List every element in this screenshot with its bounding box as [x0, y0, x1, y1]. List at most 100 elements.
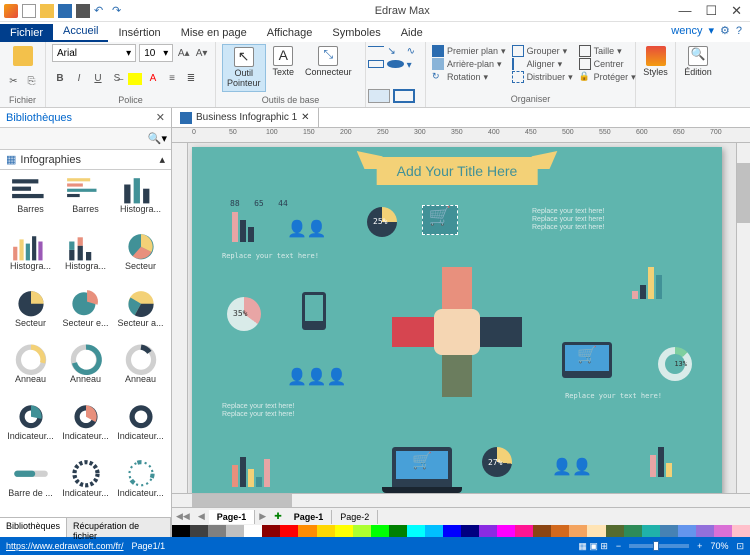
color-palette[interactable]	[172, 525, 750, 537]
tablet-icon[interactable]: 🛒	[562, 342, 612, 378]
shape-item[interactable]: Indicateur...	[114, 401, 167, 456]
copy-icon[interactable]: ⎘	[24, 74, 39, 90]
bold-button[interactable]: B	[52, 71, 68, 87]
page-nav-prev[interactable]: ◀	[194, 511, 209, 522]
people-icon-2[interactable]: 👤👤👤	[287, 367, 347, 387]
page-tab-1b[interactable]: Page-1	[286, 510, 333, 524]
font-size-select[interactable]: 10▾	[139, 44, 173, 62]
bar-chart-bl[interactable]	[232, 457, 270, 487]
user-name[interactable]: wency	[671, 25, 702, 37]
tab-accueil[interactable]: Accueil	[53, 22, 108, 42]
shape-more-icon[interactable]: ▾	[407, 60, 423, 71]
center-button[interactable]: Centrer	[579, 58, 636, 70]
fill-color-button[interactable]	[368, 89, 390, 103]
doc-tab-close-icon[interactable]: ✕	[301, 112, 309, 123]
text-block-bl[interactable]: Replace your text here!Replace your text…	[222, 402, 294, 418]
settings-icon[interactable]: ⚙	[720, 24, 730, 37]
new-icon[interactable]	[22, 4, 36, 18]
hands-graphic[interactable]	[392, 267, 522, 397]
page-tab-2[interactable]: Page-2	[332, 510, 378, 524]
zoom-slider[interactable]	[629, 544, 689, 548]
line-color-button[interactable]	[393, 89, 415, 103]
shape-item[interactable]: Barres	[4, 174, 57, 229]
maximize-button[interactable]: ☐	[705, 3, 717, 19]
view-mode-icon[interactable]: ▦ ▣ ⊞	[578, 541, 608, 552]
bar-chart-br[interactable]	[650, 447, 672, 477]
sidebar-search-input[interactable]	[4, 133, 148, 144]
shape-item[interactable]: Histogra...	[4, 231, 57, 286]
text-block-tr[interactable]: Replace your text here!Replace your text…	[532, 207, 604, 231]
shape-item[interactable]: Histogra...	[59, 231, 112, 286]
align-left-icon[interactable]: ≡	[164, 71, 180, 87]
status-url[interactable]: https://www.edrawsoft.com/fr/	[6, 541, 124, 551]
shape-item[interactable]: Histogra...	[114, 174, 167, 229]
font-color-button[interactable]: A	[145, 71, 161, 87]
distribute-button[interactable]: Distribuer ▾	[512, 71, 573, 83]
shape-item[interactable]: Anneau	[4, 344, 57, 399]
phone-icon[interactable]	[302, 292, 326, 330]
send-back-button[interactable]: Arrière-plan ▾	[432, 58, 506, 70]
shape-line-icon[interactable]	[368, 46, 384, 54]
underline-button[interactable]: U	[90, 71, 106, 87]
help-icon[interactable]: ?	[736, 25, 742, 37]
protect-button[interactable]: 🔒Protéger ▾	[579, 71, 636, 83]
page-nav-first[interactable]: ◀◀	[172, 511, 194, 522]
cut-icon[interactable]: ✂	[6, 74, 21, 90]
align-button[interactable]: Aligner ▾	[512, 58, 573, 70]
bullets-icon[interactable]: ≣	[183, 71, 199, 87]
rotate-button[interactable]: ↻Rotation ▾	[432, 71, 506, 83]
paste-button[interactable]	[6, 44, 39, 68]
shape-item[interactable]: Secteur e...	[59, 288, 112, 343]
bar-chart-tl[interactable]	[232, 212, 254, 242]
shape-item[interactable]: Indicateur...	[114, 458, 167, 513]
shape-curve-icon[interactable]: ∿	[407, 46, 423, 57]
document-tab[interactable]: Business Infographic 1 ✕	[172, 108, 319, 127]
shape-ellipse-icon[interactable]	[387, 60, 403, 68]
size-button[interactable]: Taille ▾	[579, 45, 636, 57]
tab-mise-en-page[interactable]: Mise en page	[171, 24, 257, 42]
shape-item[interactable]: Barres	[59, 174, 112, 229]
tab-affichage[interactable]: Affichage	[257, 24, 323, 42]
title-banner[interactable]: Add Your Title Here	[377, 157, 538, 185]
grow-font-icon[interactable]: A▴	[176, 45, 191, 61]
sidebar-category[interactable]: ▦ Infographies ▴	[0, 150, 171, 170]
scrollbar-h[interactable]	[172, 493, 750, 507]
sidebar-tab-lib[interactable]: Bibliothèques	[0, 518, 67, 537]
bar-chart-r[interactable]	[632, 267, 662, 299]
zoom-out-button[interactable]: −	[616, 541, 621, 551]
redo-icon[interactable]: ↷	[112, 4, 126, 18]
close-button[interactable]: ✕	[731, 3, 742, 19]
minimize-button[interactable]: —	[678, 3, 691, 19]
highlight-button[interactable]	[128, 73, 142, 85]
fit-page-icon[interactable]: ⊡	[736, 541, 744, 552]
save-icon[interactable]	[58, 4, 72, 18]
text-tool[interactable]: ATexte	[269, 44, 299, 80]
sidebar-close-icon[interactable]: ✕	[156, 111, 165, 124]
connector-tool[interactable]: ⤡Connecteur	[301, 44, 356, 80]
search-dropdown-icon[interactable]: ▾	[161, 132, 167, 145]
shape-item[interactable]: Anneau	[59, 344, 112, 399]
shape-item[interactable]: Anneau	[114, 344, 167, 399]
file-menu[interactable]: Fichier	[0, 24, 53, 42]
italic-button[interactable]: I	[71, 71, 87, 87]
page-nav-next[interactable]: ▶	[255, 511, 270, 522]
scrollbar-v[interactable]	[736, 143, 750, 493]
shape-item[interactable]: Secteur	[114, 231, 167, 286]
canvas[interactable]: Add Your Title Here 88 65 44 👤👤 Replace …	[192, 147, 722, 493]
page-add[interactable]: ✚	[270, 511, 286, 522]
strike-button[interactable]: S̶	[109, 71, 125, 87]
shape-item[interactable]: Indicateur...	[59, 401, 112, 456]
shape-item[interactable]: Secteur a...	[114, 288, 167, 343]
user-dropdown-icon[interactable]: ▾	[708, 24, 714, 37]
shape-item[interactable]: Barre de ...	[4, 458, 57, 513]
sidebar-tab-recovery[interactable]: Récupération de fichier	[67, 518, 171, 537]
shape-item[interactable]: Indicateur...	[4, 401, 57, 456]
laptop-icon[interactable]: 🛒	[392, 447, 452, 487]
people-icon-3[interactable]: 👤👤	[552, 457, 592, 477]
edit-button[interactable]: 🔍Édition	[682, 44, 714, 80]
styles-button[interactable]: Styles	[642, 44, 669, 80]
shape-arrow-icon[interactable]: ↘	[387, 46, 403, 57]
tab-symboles[interactable]: Symboles	[322, 24, 390, 42]
shrink-font-icon[interactable]: A▾	[194, 45, 209, 61]
pointer-tool[interactable]: ↖Outil Pointeur	[222, 44, 266, 92]
